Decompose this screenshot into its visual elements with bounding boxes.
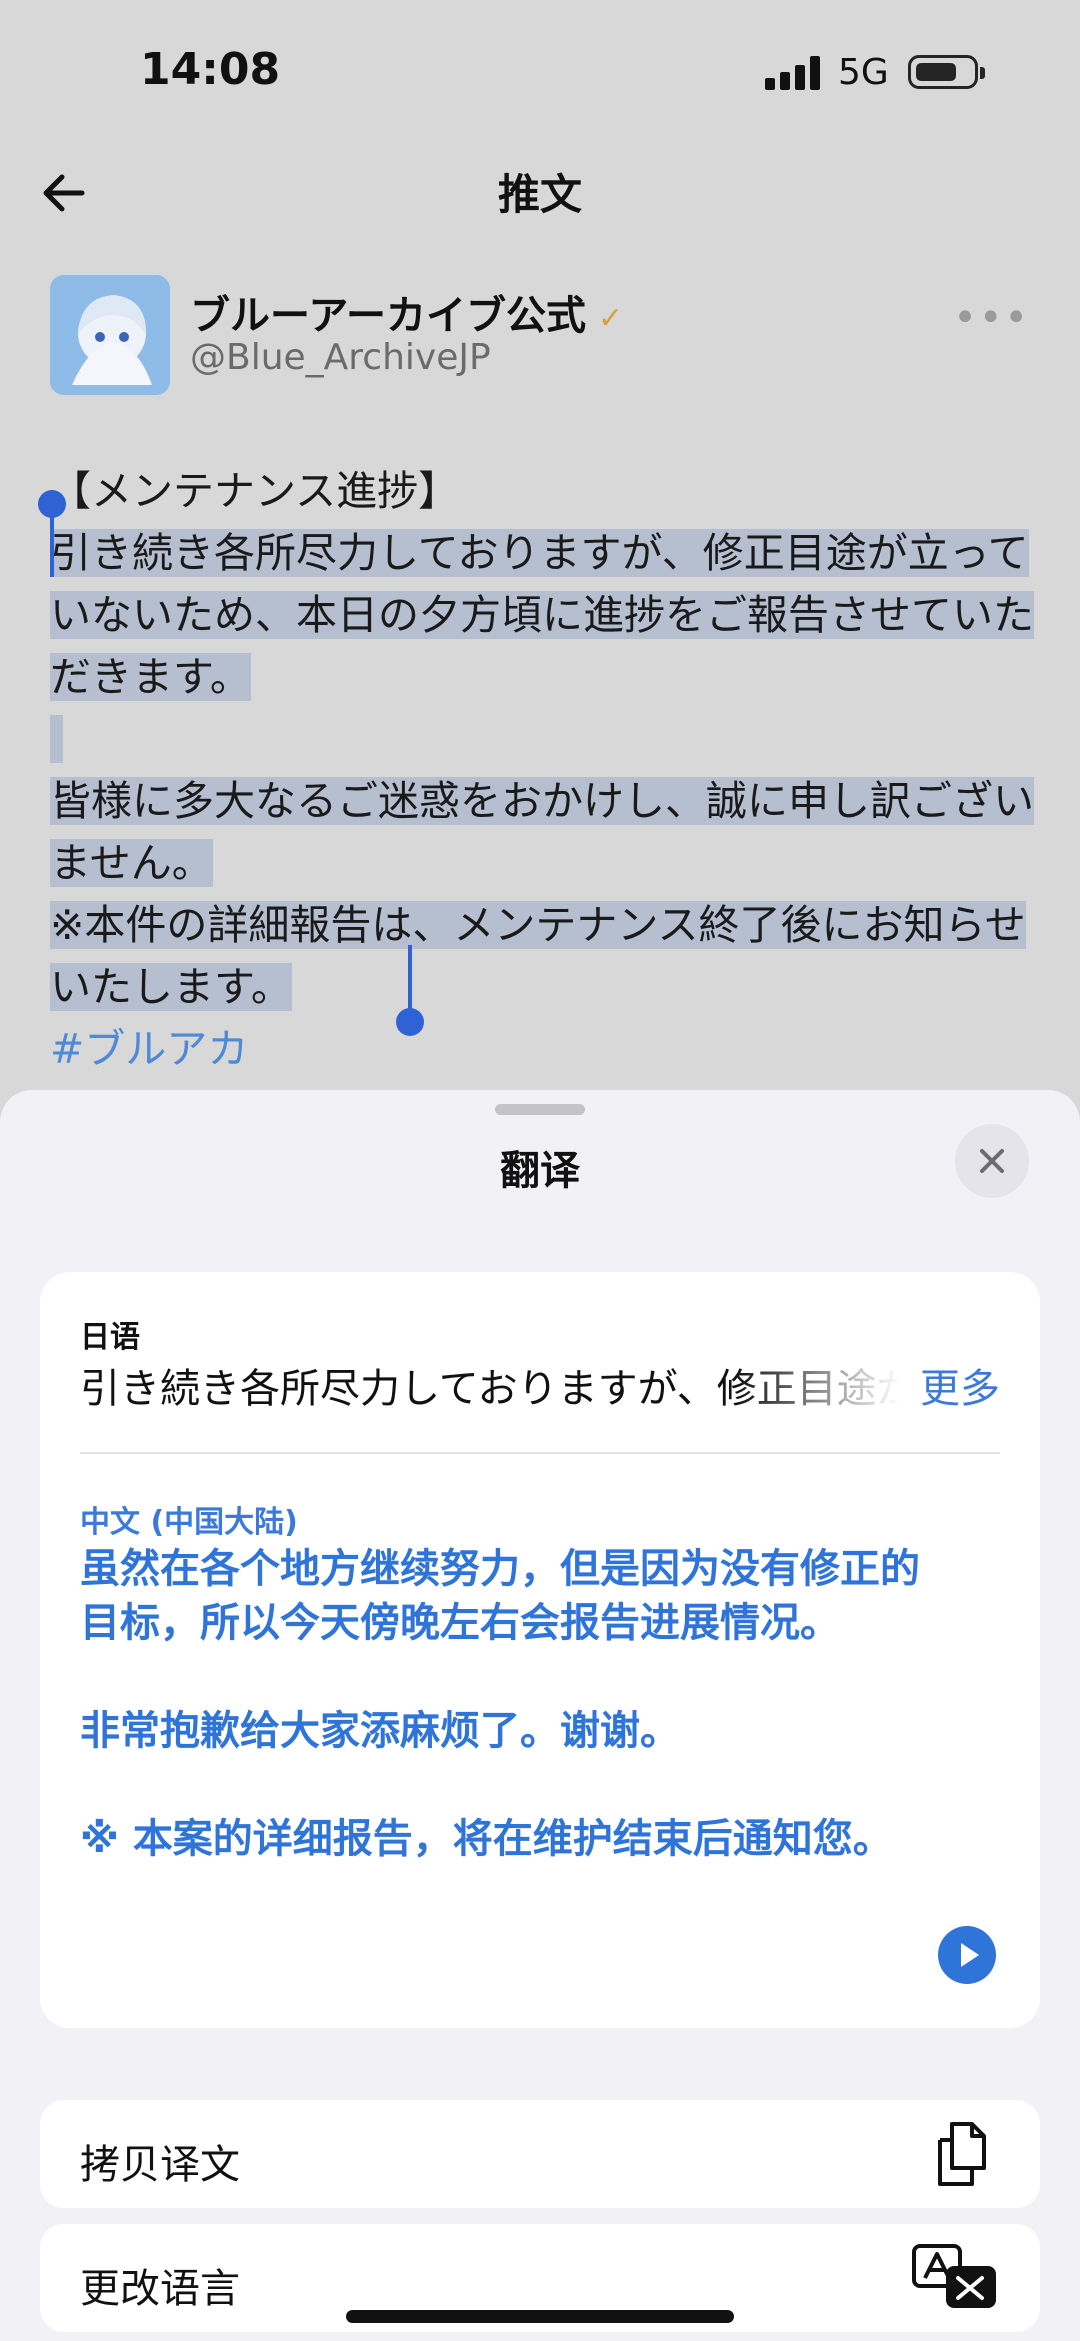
status-time: 14:08: [140, 44, 281, 95]
author-name[interactable]: ブルーアーカイブ公式 ✓: [190, 283, 623, 341]
tweet-author: ブルーアーカイブ公式 ✓ @Blue_ArchiveJP •••: [50, 275, 1030, 400]
avatar[interactable]: [50, 275, 170, 395]
page-title: 推文: [497, 170, 582, 219]
tweet-hashtag[interactable]: #ブルアカ: [50, 1018, 1040, 1080]
author-handle[interactable]: @Blue_ArchiveJP: [190, 337, 491, 378]
network-type: 5G: [838, 52, 889, 93]
battery-icon: [908, 55, 985, 89]
source-text: 引き続き各所尽力しておりますが、修正目途が立っていないため: [80, 1366, 900, 1412]
play-icon: [961, 1943, 979, 1967]
translated-text: 虽然在各个地方继续努力，但是因为没有修正的目标，所以今天傍晚左右会报告进展情况。…: [80, 1542, 930, 1866]
copy-translation-label: 拷贝译文: [80, 2142, 240, 2188]
more-options-icon[interactable]: •••: [953, 295, 1030, 341]
more-link[interactable]: 更多: [920, 1356, 1000, 1414]
tweet-paragraph-2: 皆様に多大なるご迷惑をおかけし、誠に申し訳ございません。: [50, 777, 1034, 887]
copy-translation-button[interactable]: 拷贝译文: [40, 2100, 1040, 2208]
translate-language-icon: [912, 2244, 996, 2308]
top-navigation-bar: 推文: [0, 145, 1080, 235]
tweet-text[interactable]: 【メンテナンス進捗】 引き続き各所尽力しておりますが、修正目途が立っていないため…: [50, 460, 1040, 1080]
close-icon: [980, 1149, 1004, 1173]
selection-end-bar: [408, 945, 412, 1011]
close-button[interactable]: [955, 1124, 1029, 1198]
copy-icon: [938, 2122, 986, 2186]
selection-end-handle[interactable]: [396, 1008, 424, 1036]
translation-card: 日语 引き続き各所尽力しておりますが、修正目途が立っていないため 更多 中文 (…: [40, 1272, 1040, 2028]
translation-paragraph-1: 虽然在各个地方继续努力，但是因为没有修正的目标，所以今天傍晚左右会报告进展情况。: [80, 1546, 920, 1646]
target-language[interactable]: 中文 (中国大陆): [80, 1497, 298, 1541]
source-language: 日语: [80, 1320, 140, 1355]
status-bar: 14:08 5G: [0, 0, 1080, 140]
tweet-paragraph-3: ※本件の詳細報告は、メンテナンス終了後にお知らせいたします。: [50, 901, 1026, 1011]
sheet-title: 翻译: [500, 1148, 580, 1194]
tweet-paragraph-1: 引き続き各所尽力しておりますが、修正目途が立っていないため、本日の夕方頃に進捗を…: [50, 529, 1034, 701]
translation-paragraph-3: ※ 本案的详细报告，将在维护结束后通知您。: [80, 1816, 893, 1862]
sheet-grabber[interactable]: [495, 1104, 585, 1115]
signal-icon: [765, 56, 825, 90]
divider: [80, 1452, 1000, 1454]
translate-sheet: 翻译 日语 引き続き各所尽力しておりますが、修正目途が立っていないため 更多 中…: [0, 1090, 1080, 2341]
change-language-label: 更改语言: [80, 2266, 240, 2312]
translation-paragraph-2: 非常抱歉给大家添麻烦了。谢谢。: [80, 1708, 680, 1754]
selection-start-handle[interactable]: [38, 490, 66, 518]
home-indicator[interactable]: [346, 2310, 734, 2323]
verified-badge-icon: ✓: [598, 300, 624, 336]
selection-start-bar: [50, 515, 54, 577]
tweet-heading: 【メンテナンス進捗】: [50, 467, 460, 515]
play-audio-button[interactable]: [938, 1926, 996, 1984]
